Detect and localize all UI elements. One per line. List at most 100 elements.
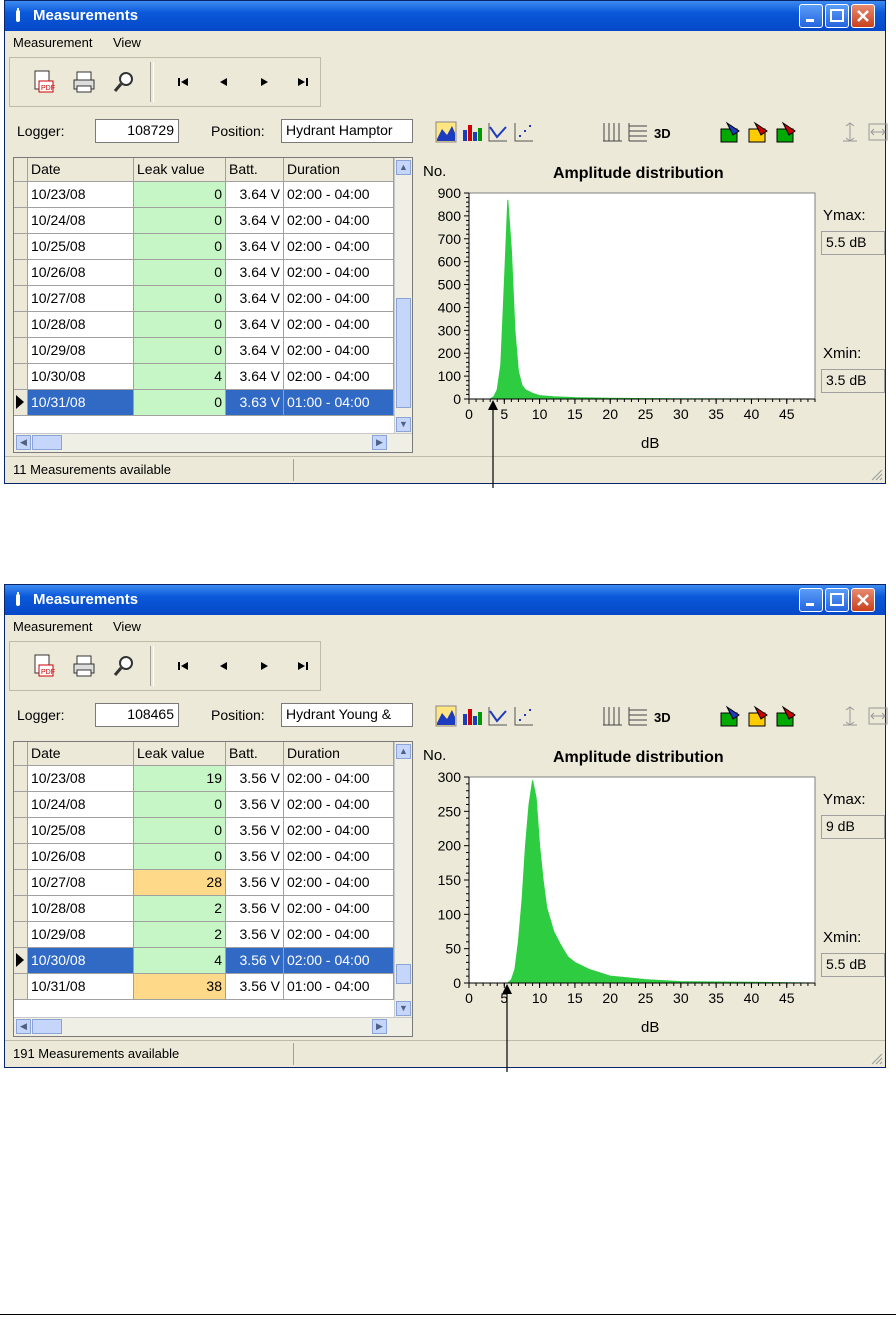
row-indicator[interactable] [14, 312, 28, 338]
hscroll-thumb[interactable] [32, 435, 62, 450]
battery-cell[interactable]: 3.64 V [226, 182, 284, 208]
resize-grip-icon[interactable] [869, 1051, 883, 1065]
leak-value-cell[interactable]: 0 [134, 182, 226, 208]
row-indicator[interactable] [14, 286, 28, 312]
leak-value-cell[interactable]: 0 [134, 338, 226, 364]
duration-cell[interactable]: 02:00 - 04:00 [284, 896, 394, 922]
hscroll-thumb[interactable] [32, 1019, 62, 1034]
leak-value-cell[interactable]: 0 [134, 234, 226, 260]
duration-cell[interactable]: 02:00 - 04:00 [284, 844, 394, 870]
vertical-grid-button[interactable] [601, 121, 623, 143]
prev-record-button[interactable] [210, 652, 238, 680]
logger-field[interactable]: 108729 [95, 119, 179, 143]
leak-value-cell[interactable]: 0 [134, 208, 226, 234]
date-cell[interactable]: 10/24/08 [28, 792, 134, 818]
date-cell[interactable]: 10/29/08 [28, 338, 134, 364]
row-indicator[interactable] [14, 870, 28, 896]
battery-cell[interactable]: 3.64 V [226, 234, 284, 260]
date-cell[interactable]: 10/30/08 [28, 364, 134, 390]
menu-item-view[interactable]: View [113, 619, 141, 634]
horizontal-scrollbar[interactable]: ◀ ▶ [14, 1017, 412, 1036]
battery-cell[interactable]: 3.63 V [226, 390, 284, 416]
leak-value-cell[interactable]: 4 [134, 364, 226, 390]
scroll-right-icon[interactable]: ▶ [372, 435, 387, 450]
vertical-grid-button[interactable] [601, 705, 623, 727]
duration-cell[interactable]: 02:00 - 04:00 [284, 338, 394, 364]
date-cell[interactable]: 10/27/08 [28, 286, 134, 312]
minimize-button[interactable] [799, 588, 823, 612]
position-field[interactable]: Hydrant Young & [281, 703, 413, 727]
color-3-button[interactable] [775, 121, 797, 143]
date-cell[interactable]: 10/31/08 [28, 974, 134, 1000]
row-indicator[interactable] [14, 818, 28, 844]
column-header[interactable]: Duration [284, 158, 394, 182]
position-field[interactable]: Hydrant Hamptor [281, 119, 413, 143]
leak-value-cell[interactable]: 4 [134, 948, 226, 974]
row-indicator[interactable] [14, 896, 28, 922]
preview-button[interactable] [110, 68, 138, 96]
duration-cell[interactable]: 02:00 - 04:00 [284, 818, 394, 844]
battery-cell[interactable]: 3.56 V [226, 948, 284, 974]
leak-value-cell[interactable]: 28 [134, 870, 226, 896]
menu-item-view[interactable]: View [113, 35, 141, 50]
maximize-button[interactable] [825, 588, 849, 612]
battery-cell[interactable]: 3.64 V [226, 338, 284, 364]
column-header[interactable]: Duration [284, 742, 394, 766]
date-cell[interactable]: 10/28/08 [28, 312, 134, 338]
leak-value-cell[interactable]: 0 [134, 390, 226, 416]
bar-chart-button[interactable] [461, 121, 483, 143]
date-cell[interactable]: 10/24/08 [28, 208, 134, 234]
leak-value-cell[interactable]: 38 [134, 974, 226, 1000]
column-header[interactable]: Batt. [226, 742, 284, 766]
menu-item-measurement[interactable]: Measurement [13, 35, 92, 50]
date-cell[interactable]: 10/25/08 [28, 234, 134, 260]
duration-cell[interactable]: 02:00 - 04:00 [284, 948, 394, 974]
battery-cell[interactable]: 3.64 V [226, 208, 284, 234]
leak-value-cell[interactable]: 0 [134, 818, 226, 844]
date-cell[interactable]: 10/29/08 [28, 922, 134, 948]
export-pdf-button[interactable]: PDF [30, 652, 58, 680]
vertical-zoom-button[interactable] [839, 705, 861, 727]
scroll-thumb[interactable] [396, 298, 411, 408]
date-cell[interactable]: 10/25/08 [28, 818, 134, 844]
scroll-left-icon[interactable]: ◀ [16, 1019, 31, 1034]
color-1-button[interactable] [719, 121, 741, 143]
scroll-up-icon[interactable]: ▲ [396, 160, 411, 175]
battery-cell[interactable]: 3.56 V [226, 974, 284, 1000]
scatter-chart-button[interactable] [513, 121, 535, 143]
date-cell[interactable]: 10/26/08 [28, 260, 134, 286]
row-indicator[interactable] [14, 974, 28, 1000]
duration-cell[interactable]: 01:00 - 04:00 [284, 390, 394, 416]
scroll-left-icon[interactable]: ◀ [16, 435, 31, 450]
bar-chart-button[interactable] [461, 705, 483, 727]
prev-record-button[interactable] [210, 68, 238, 96]
duration-cell[interactable]: 02:00 - 04:00 [284, 792, 394, 818]
battery-cell[interactable]: 3.56 V [226, 818, 284, 844]
menu-item-measurement[interactable]: Measurement [13, 619, 92, 634]
color-2-button[interactable] [747, 705, 769, 727]
scroll-down-icon[interactable]: ▼ [396, 417, 411, 432]
export-pdf-button[interactable]: PDF [30, 68, 58, 96]
close-button[interactable] [851, 4, 875, 28]
duration-cell[interactable]: 02:00 - 04:00 [284, 234, 394, 260]
row-indicator[interactable] [14, 766, 28, 792]
first-record-button[interactable] [170, 652, 198, 680]
battery-cell[interactable]: 3.56 V [226, 844, 284, 870]
battery-cell[interactable]: 3.56 V [226, 766, 284, 792]
leak-value-cell[interactable]: 0 [134, 792, 226, 818]
row-indicator[interactable] [14, 338, 28, 364]
column-header[interactable]: Leak value [134, 158, 226, 182]
area-chart-button[interactable] [435, 121, 457, 143]
column-header[interactable]: Batt. [226, 158, 284, 182]
date-cell[interactable]: 10/27/08 [28, 870, 134, 896]
battery-cell[interactable]: 3.56 V [226, 896, 284, 922]
duration-cell[interactable]: 02:00 - 04:00 [284, 312, 394, 338]
duration-cell[interactable]: 02:00 - 04:00 [284, 364, 394, 390]
title-bar[interactable]: Measurements [5, 1, 885, 31]
logger-field[interactable]: 108465 [95, 703, 179, 727]
print-button[interactable] [70, 652, 98, 680]
scatter-chart-button[interactable] [513, 705, 535, 727]
date-cell[interactable]: 10/26/08 [28, 844, 134, 870]
date-cell[interactable]: 10/23/08 [28, 766, 134, 792]
leak-value-cell[interactable]: 19 [134, 766, 226, 792]
